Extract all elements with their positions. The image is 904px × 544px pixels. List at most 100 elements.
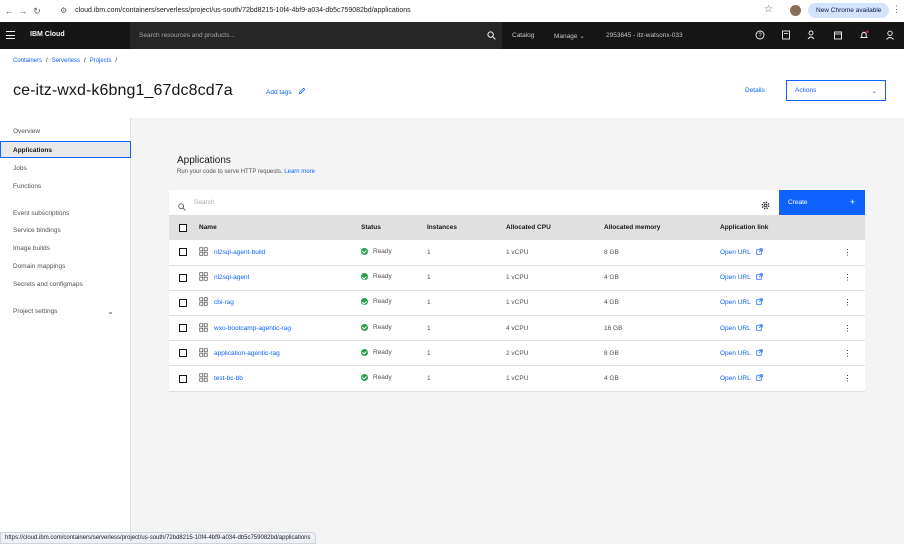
help-icon[interactable]: ? (755, 30, 765, 40)
actions-label: Actions (795, 87, 817, 94)
open-url-link[interactable]: Open URL (720, 349, 763, 358)
row-checkbox[interactable] (179, 273, 187, 282)
breadcrumb-containers[interactable]: Containers (13, 58, 42, 64)
breadcrumb-separator: / (84, 58, 86, 64)
calendar-icon[interactable] (833, 30, 843, 40)
global-search-input[interactable]: Search resources and products... (130, 22, 502, 49)
column-header-overflow (830, 215, 865, 240)
column-header-instances[interactable]: Instances (427, 215, 506, 240)
gear-icon[interactable] (761, 197, 770, 215)
app-name-link[interactable]: nl2sql-agent-build (199, 247, 265, 258)
iam-icon[interactable] (807, 30, 817, 40)
back-icon[interactable]: ← (4, 6, 14, 16)
breadcrumb-serverless[interactable]: Serverless (52, 58, 80, 64)
open-url-link[interactable]: Open URL (720, 248, 763, 257)
table-row: nl2sql-agent-build Ready 1 1 vCPU 8 GB Open U… (169, 240, 865, 266)
status-cell: Ready (361, 340, 427, 367)
sidebar-item-overview[interactable]: Overview (0, 123, 131, 140)
external-link-icon (756, 349, 763, 358)
add-tags-button[interactable]: Add tags (266, 87, 306, 97)
sidebar-item-service-bindings[interactable]: Service bindings (0, 222, 131, 239)
learn-more-link[interactable]: Learn more (284, 169, 315, 175)
app-name-link[interactable]: test-bc-bb (199, 373, 243, 384)
bookmark-star-icon[interactable]: ☆ (764, 4, 773, 15)
reload-icon[interactable]: ↻ (32, 6, 42, 16)
application-icon (199, 272, 208, 283)
table-row: cbi-rag Ready 1 1 vCPU 4 GB Open URL ⋮ (169, 290, 865, 317)
cpu-cell: 1 vCPU (506, 265, 604, 291)
table-header-row: Name Status Instances Allocated CPU Allo… (169, 215, 865, 240)
open-url-link[interactable]: Open URL (720, 298, 763, 307)
sidebar-item-image-builds[interactable]: Image builds (0, 240, 131, 257)
row-checkbox[interactable] (179, 324, 187, 333)
open-url-link[interactable]: Open URL (720, 374, 763, 383)
status-text: Ready (373, 273, 392, 281)
column-header-cpu[interactable]: Allocated CPU (506, 215, 604, 240)
hamburger-menu-icon[interactable] (6, 31, 15, 39)
notification-icon[interactable] (859, 30, 869, 40)
chrome-update-button[interactable]: New Chrome available (808, 3, 890, 18)
app-name-link[interactable]: cbi-rag (199, 297, 234, 308)
open-url-text: Open URL (720, 274, 751, 282)
sidebar-item-functions[interactable]: Functions (0, 178, 131, 195)
overflow-menu-icon[interactable]: ⋮ (844, 248, 852, 257)
app-name-link[interactable]: application-agentic-rag (199, 348, 280, 359)
create-button[interactable]: Create + (779, 190, 865, 215)
actions-dropdown[interactable]: Actions ⌄ (786, 80, 886, 101)
sidebar-item-project-settings[interactable]: Project settings ⌄ (0, 303, 131, 320)
open-url-text: Open URL (720, 349, 751, 357)
sidebar-item-domain-mappings[interactable]: Domain mappings (0, 258, 131, 275)
column-header-status[interactable]: Status (361, 215, 427, 240)
overflow-cell: ⋮ (830, 365, 865, 392)
sidebar-item-event-subscriptions[interactable]: Event subscriptions (0, 205, 131, 222)
application-icon (199, 247, 208, 258)
status-text: Ready (373, 348, 392, 356)
column-header-memory[interactable]: Allocated memory (604, 215, 720, 240)
side-nav: Overview Applications Jobs Functions Eve… (0, 118, 131, 544)
ready-check-icon (361, 298, 368, 306)
sidebar-item-applications[interactable]: Applications (0, 141, 131, 158)
instances-cell: 1 (427, 365, 506, 392)
breadcrumb: Containers / Serverless / Projects / (13, 58, 117, 64)
search-icon[interactable] (487, 31, 496, 42)
site-info-icon[interactable]: ⚙ (60, 6, 67, 15)
cost-estimator-icon[interactable] (781, 30, 791, 40)
details-link[interactable]: Details (745, 87, 765, 94)
table-search-input[interactable]: Search (194, 199, 215, 206)
overflow-menu-icon[interactable]: ⋮ (844, 349, 852, 358)
main-content: Applications Run your code to serve HTTP… (131, 118, 904, 544)
instances-cell: 1 (427, 340, 506, 367)
forward-icon[interactable]: → (18, 6, 28, 16)
sidebar-item-secrets[interactable]: Secrets and configmaps (0, 276, 131, 293)
row-checkbox[interactable] (179, 374, 187, 383)
add-tags-label: Add tags (266, 88, 292, 96)
open-url-link[interactable]: Open URL (720, 324, 763, 333)
app-name-link[interactable]: wxo-bootcamp-agentic-rag (199, 323, 291, 334)
app-name-link[interactable]: nl2sql-agent (199, 272, 249, 283)
edit-icon (298, 87, 306, 97)
open-url-link[interactable]: Open URL (720, 273, 763, 282)
user-profile-icon[interactable] (885, 30, 895, 40)
row-checkbox[interactable] (179, 349, 187, 358)
row-checkbox[interactable] (179, 298, 187, 307)
brand-logo[interactable]: IBM Cloud (30, 31, 65, 38)
catalog-link[interactable]: Catalog (512, 32, 534, 39)
row-checkbox[interactable] (179, 248, 187, 257)
address-bar[interactable]: ⚙ cloud.ibm.com/containers/serverless/pr… (60, 3, 780, 18)
overflow-menu-icon[interactable]: ⋮ (844, 324, 852, 333)
overflow-menu-icon[interactable]: ⋮ (844, 374, 852, 383)
breadcrumb-projects[interactable]: Projects (90, 58, 112, 64)
sidebar-item-jobs[interactable]: Jobs (0, 160, 131, 177)
app-name-cell: application-agentic-rag (199, 340, 361, 367)
instances-cell: 1 (427, 265, 506, 291)
overflow-menu-icon[interactable]: ⋮ (844, 273, 852, 282)
column-header-name[interactable]: Name (199, 215, 361, 240)
memory-cell: 16 GB (604, 315, 720, 342)
manage-menu[interactable]: Manage ⌄ (554, 32, 585, 40)
account-switcher[interactable]: 2953645 - itz-watsonx-033 (606, 32, 683, 39)
select-all-checkbox[interactable] (179, 223, 187, 232)
status-cell: Ready (361, 315, 427, 342)
profile-avatar[interactable] (790, 5, 801, 16)
overflow-menu-icon[interactable]: ⋮ (844, 298, 852, 307)
chrome-menu-icon[interactable]: ⋮ (892, 4, 901, 15)
